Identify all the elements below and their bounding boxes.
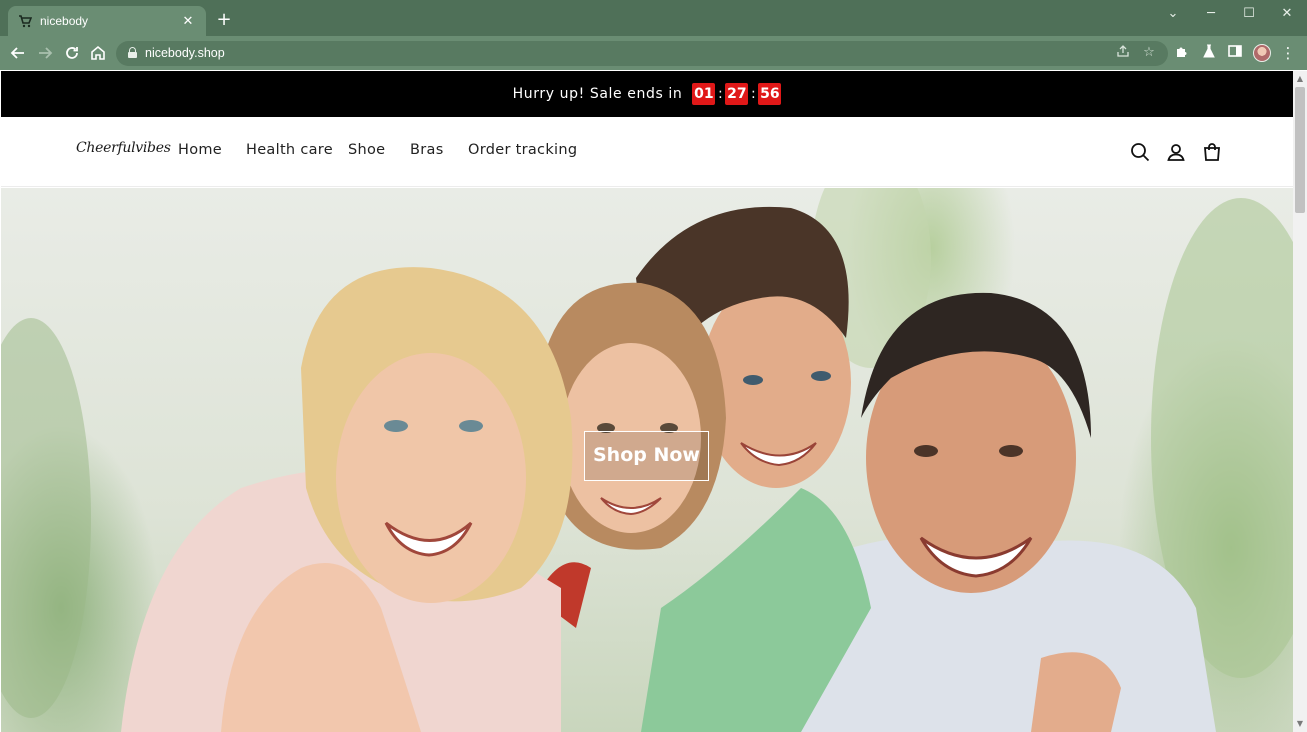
search-icon[interactable] xyxy=(1129,141,1151,163)
web-page: Hurry up! Sale ends in 01 : 27 : 56 Chee… xyxy=(1,71,1293,732)
tab-close-icon[interactable]: ✕ xyxy=(180,14,196,29)
new-tab-button[interactable]: + xyxy=(214,10,234,30)
labs-flask-icon[interactable] xyxy=(1199,43,1219,63)
browser-toolbar: nicebody.shop ☆ ⋮ xyxy=(0,36,1307,70)
bookmark-star-icon[interactable]: ☆ xyxy=(1140,44,1158,62)
nav-health-care[interactable]: Health care xyxy=(246,142,333,158)
tab-title: nicebody xyxy=(40,14,89,28)
countdown-hours: 01 xyxy=(692,83,716,105)
home-button[interactable] xyxy=(88,43,108,63)
nav-order-tracking[interactable]: Order tracking xyxy=(468,142,577,158)
forward-button[interactable] xyxy=(35,43,55,63)
shop-now-button[interactable]: Shop Now xyxy=(584,431,709,481)
cart-icon[interactable] xyxy=(1201,141,1223,163)
countdown-separator: : xyxy=(751,86,756,102)
tab-search-chevron-icon[interactable]: ⌄ xyxy=(1154,4,1192,24)
site-logo[interactable]: Cheerfulvibes xyxy=(76,140,171,156)
announcement-bar: Hurry up! Sale ends in 01 : 27 : 56 xyxy=(1,71,1293,117)
nav-home[interactable]: Home xyxy=(178,142,222,158)
announcement-text: Hurry up! Sale ends in xyxy=(512,86,683,102)
profile-avatar[interactable] xyxy=(1253,44,1271,62)
scroll-down-arrow-icon[interactable]: ▼ xyxy=(1296,720,1304,728)
browser-menu-icon[interactable]: ⋮ xyxy=(1278,43,1298,63)
side-panel-icon[interactable] xyxy=(1225,43,1245,63)
reload-button[interactable] xyxy=(62,43,82,63)
minimize-button[interactable]: ─ xyxy=(1192,4,1230,24)
address-bar[interactable]: nicebody.shop ☆ xyxy=(116,41,1168,66)
close-window-button[interactable]: ✕ xyxy=(1268,4,1306,24)
hero-banner: Shop Now xyxy=(1,188,1293,732)
countdown-minutes: 27 xyxy=(725,83,749,105)
site-header: Cheerfulvibes Home Health care Shoe Bras… xyxy=(1,117,1293,187)
nav-shoe[interactable]: Shoe xyxy=(348,142,385,158)
nav-bras[interactable]: Bras xyxy=(410,142,444,158)
back-button[interactable] xyxy=(8,43,28,63)
countdown-separator: : xyxy=(718,86,723,102)
extensions-icon[interactable] xyxy=(1172,43,1192,63)
cart-favicon-icon xyxy=(18,14,33,28)
browser-tabstrip: nicebody ✕ + ⌄ ─ ☐ ✕ xyxy=(0,0,1307,36)
lock-icon xyxy=(128,47,137,58)
address-url: nicebody.shop xyxy=(145,46,225,60)
account-icon[interactable] xyxy=(1165,141,1187,163)
scrollbar-thumb[interactable] xyxy=(1295,87,1305,213)
page-scrollbar[interactable]: ▲ ▼ xyxy=(1293,71,1307,732)
browser-tab[interactable]: nicebody ✕ xyxy=(8,6,206,36)
share-icon[interactable] xyxy=(1114,44,1132,62)
scroll-up-arrow-icon[interactable]: ▲ xyxy=(1296,75,1304,83)
maximize-button[interactable]: ☐ xyxy=(1230,4,1268,24)
countdown-seconds: 56 xyxy=(758,83,782,105)
